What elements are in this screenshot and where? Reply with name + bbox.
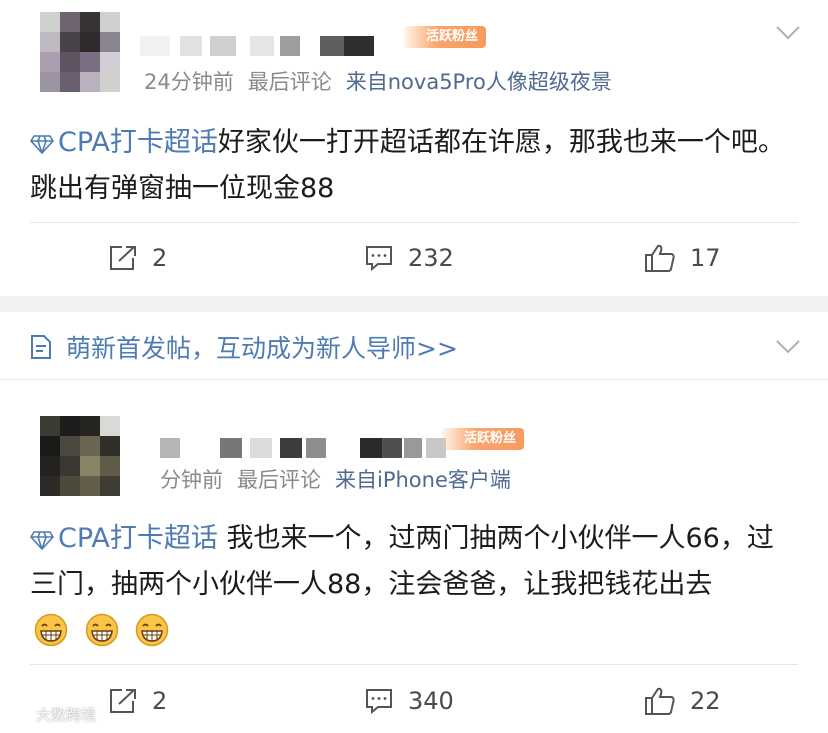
- post-meta: 分钟前 最后评论 来自iPhone客户端: [160, 464, 511, 494]
- share-button[interactable]: 2: [108, 681, 167, 721]
- watermark-logo-icon: [7, 706, 31, 723]
- action-bar: 2 232 17: [0, 238, 828, 278]
- chevron-down-icon[interactable]: [776, 340, 800, 354]
- grin-emoji-icon: [34, 613, 68, 647]
- action-bar: 2 340 22: [0, 681, 828, 721]
- topic-label: CPA打卡超话: [58, 127, 218, 158]
- like-button[interactable]: 22: [644, 681, 721, 721]
- like-icon: [645, 687, 675, 715]
- divider: [30, 664, 798, 665]
- grin-emoji-icon: [85, 613, 118, 647]
- share-count: 2: [152, 687, 168, 715]
- share-icon: [110, 689, 136, 713]
- share-icon: [110, 246, 136, 270]
- fan-badge: 活跃粉丝: [442, 428, 525, 450]
- diamond-topic-icon: [30, 135, 54, 155]
- post-card: 活跃粉丝 分钟前 最后评论 来自iPhone客户端 CPA打卡超话 我也来一个，过两…: [0, 382, 828, 733]
- comment-button[interactable]: 232: [364, 238, 454, 278]
- comment-status: 最后评论: [237, 468, 321, 492]
- comment-icon: [366, 246, 392, 272]
- watermark-text: 大数跨境: [36, 706, 97, 724]
- like-count: 22: [690, 687, 721, 715]
- username-redacted[interactable]: [160, 438, 470, 460]
- comment-button[interactable]: 340: [364, 681, 454, 721]
- comment-status: 最后评论: [247, 70, 332, 94]
- topic-link[interactable]: CPA打卡超话: [30, 127, 218, 158]
- like-count: 17: [690, 244, 721, 272]
- topic-link[interactable]: CPA打卡超话: [30, 523, 218, 554]
- diamond-topic-icon: [30, 531, 54, 551]
- post-body: CPA打卡超话 我也来一个，过两门抽两个小伙伴一人66，过三门，抽两个小伙伴一人…: [30, 516, 800, 662]
- post-meta: 24分钟前 最后评论 来自nova5Pro人像超级夜景: [144, 66, 612, 96]
- share-button[interactable]: 2: [108, 238, 167, 278]
- section-gap: [0, 296, 828, 312]
- username-redacted[interactable]: [140, 36, 410, 58]
- watermark: 大数跨境: [6, 704, 96, 725]
- post-card: 活跃粉丝 24分钟前 最后评论 来自nova5Pro人像超级夜景 CPA打卡超话好家…: [0, 0, 828, 296]
- grin-emoji-icon: [135, 613, 169, 647]
- share-count: 2: [152, 244, 168, 272]
- chevron-down-icon[interactable]: [776, 26, 800, 40]
- post-time: 24分钟前: [144, 70, 234, 94]
- avatar[interactable]: [40, 12, 120, 92]
- comment-icon: [366, 689, 392, 715]
- post-body: CPA打卡超话好家伙一打开超话都在许愿，那我也来一个吧。跳出有弹窗抽一位现金88: [30, 120, 800, 212]
- comment-count: 340: [408, 687, 454, 715]
- topic-label: CPA打卡超话: [58, 523, 218, 554]
- avatar[interactable]: [40, 416, 120, 496]
- emoji-group: [34, 613, 177, 662]
- post-source: 来自nova5Pro人像超级夜景: [345, 70, 612, 94]
- like-icon: [645, 244, 675, 272]
- notice-text: 萌新首发帖，互动成为新人导师>>: [66, 334, 458, 363]
- post-source: 来自iPhone客户端: [335, 468, 511, 492]
- comment-count: 232: [408, 244, 454, 272]
- document-icon: [31, 335, 51, 359]
- like-button[interactable]: 17: [644, 238, 721, 278]
- newbie-notice[interactable]: 萌新首发帖，互动成为新人导师>>: [0, 312, 828, 380]
- post-time: 分钟前: [160, 468, 223, 492]
- divider: [30, 222, 798, 223]
- fan-badge: 活跃粉丝: [404, 26, 487, 48]
